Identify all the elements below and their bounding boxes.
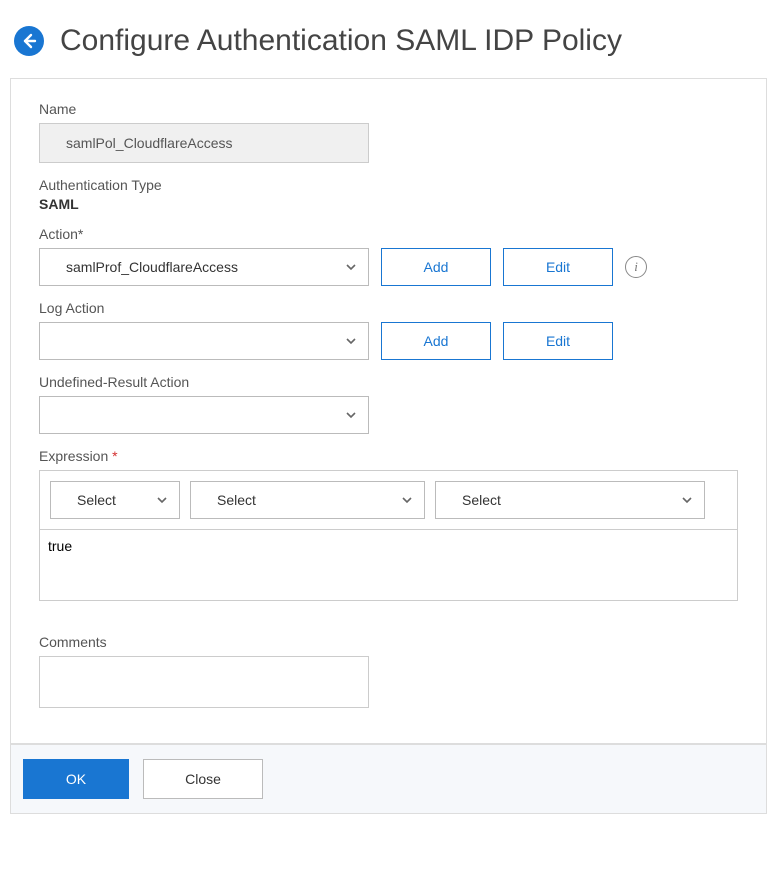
action-select[interactable]: samlProf_CloudflareAccess <box>39 248 369 286</box>
info-icon[interactable]: i <box>625 256 647 278</box>
name-label: Name <box>39 101 738 117</box>
expression-select-1[interactable]: Select <box>50 481 180 519</box>
auth-type-value: SAML <box>39 196 738 212</box>
log-action-select[interactable] <box>39 322 369 360</box>
comments-label: Comments <box>39 634 738 650</box>
page-title: Configure Authentication SAML IDP Policy <box>60 24 622 58</box>
log-action-label: Log Action <box>39 300 738 316</box>
expression-select-3[interactable]: Select <box>435 481 705 519</box>
undefined-result-label: Undefined-Result Action <box>39 374 738 390</box>
chevron-down-icon <box>344 260 358 274</box>
auth-type-label: Authentication Type <box>39 177 738 193</box>
required-asterisk: * <box>112 448 117 464</box>
back-button[interactable] <box>14 26 44 56</box>
chevron-down-icon <box>680 493 694 507</box>
form-panel: Name samlPol_CloudflareAccess Authentica… <box>10 78 767 744</box>
arrow-left-icon <box>21 33 37 49</box>
chevron-down-icon <box>344 334 358 348</box>
name-value: samlPol_CloudflareAccess <box>66 135 233 151</box>
log-action-edit-button[interactable]: Edit <box>503 322 613 360</box>
ok-button[interactable]: OK <box>23 759 129 799</box>
name-input: samlPol_CloudflareAccess <box>39 123 369 163</box>
footer-bar: OK Close <box>10 744 767 814</box>
chevron-down-icon <box>344 408 358 422</box>
comments-textarea[interactable] <box>39 656 369 708</box>
expression-select-2[interactable]: Select <box>190 481 425 519</box>
chevron-down-icon <box>155 493 169 507</box>
expression-label: Expression * <box>39 448 738 464</box>
undefined-result-select[interactable] <box>39 396 369 434</box>
log-action-add-button[interactable]: Add <box>381 322 491 360</box>
action-add-button[interactable]: Add <box>381 248 491 286</box>
chevron-down-icon <box>400 493 414 507</box>
expression-toolbar: Select Select Select <box>39 470 738 529</box>
expression-textarea[interactable] <box>39 529 738 601</box>
close-button[interactable]: Close <box>143 759 263 799</box>
action-select-value: samlProf_CloudflareAccess <box>66 259 238 275</box>
action-label: Action* <box>39 226 738 242</box>
action-edit-button[interactable]: Edit <box>503 248 613 286</box>
